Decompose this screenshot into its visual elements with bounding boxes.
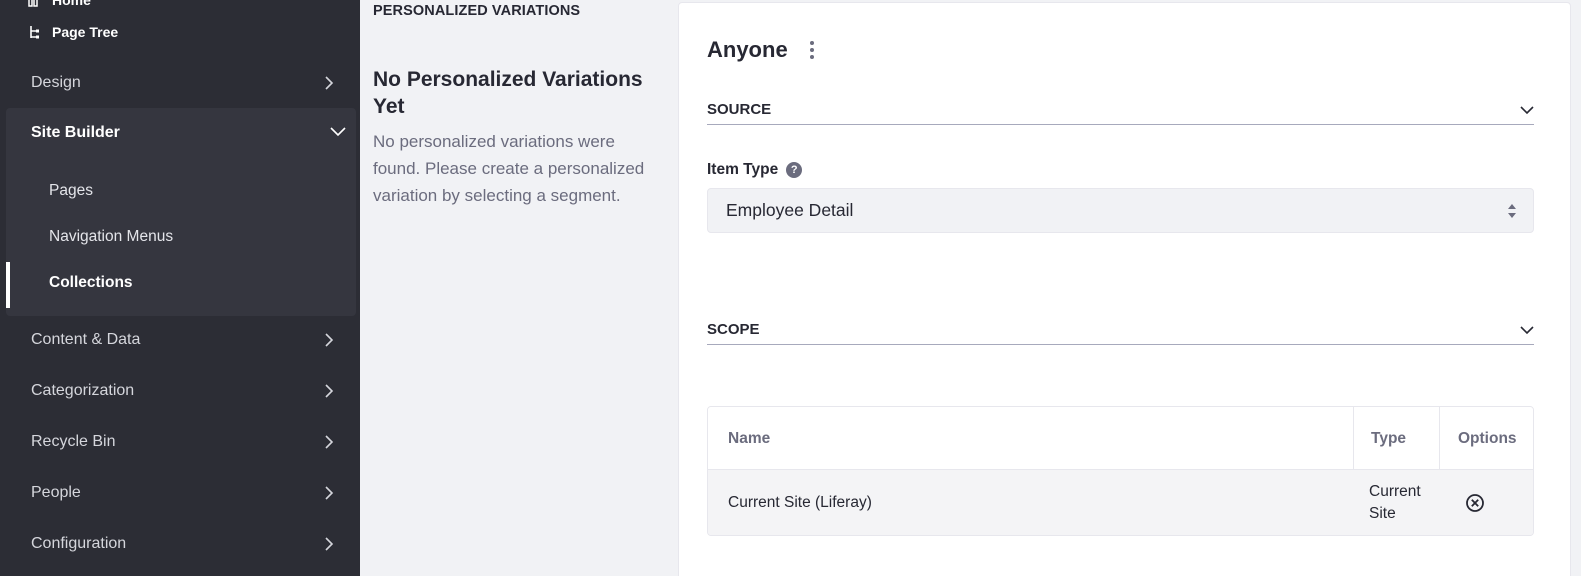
- scope-table: Name Type Options Current Site (Liferay)…: [707, 406, 1534, 536]
- chevron-down-icon: [330, 124, 346, 143]
- times-circle-icon[interactable]: [1465, 493, 1485, 513]
- scope-panel-header[interactable]: SCOPE: [707, 315, 1534, 345]
- sidebar-section-label: People: [31, 484, 81, 501]
- table-header: Name Type Options: [708, 407, 1533, 470]
- cell-type: Current Site: [1369, 483, 1421, 522]
- sidebar-item-home[interactable]: Home: [28, 0, 91, 8]
- chevron-right-icon: [322, 537, 336, 551]
- item-type-label-text: Item Type: [707, 161, 779, 178]
- sidebar-section-categorization[interactable]: Categorization: [0, 366, 360, 416]
- sidebar-item-collections[interactable]: Collections: [49, 274, 133, 292]
- cell-name: Current Site (Liferay): [728, 494, 872, 511]
- sidebar-section-site-builder: Site Builder Pages Navigation Menus Coll…: [6, 108, 356, 316]
- caret-double-icon: [1507, 202, 1517, 220]
- chevron-right-icon: [322, 384, 336, 398]
- chevron-down-icon: [1520, 323, 1534, 337]
- column-header-type: Type: [1371, 429, 1407, 447]
- empty-state-title: No Personalized Variations Yet: [373, 68, 643, 118]
- sidebar-item-pages[interactable]: Pages: [49, 182, 93, 200]
- sidebar-section-design[interactable]: Design: [0, 58, 360, 108]
- sidebar-item-label: Page Tree: [52, 24, 119, 40]
- sidebar-item-label: Home: [52, 0, 91, 8]
- sidebar-section-label: Categorization: [31, 382, 135, 399]
- column-divider: [1353, 407, 1354, 470]
- item-type-selected-value: Employee Detail: [726, 200, 854, 220]
- chevron-down-icon: [1520, 103, 1534, 117]
- sidebar-section-people[interactable]: People: [0, 468, 360, 518]
- personalized-variations-column: PERSONALIZED VARIATIONS No Personalized …: [360, 0, 678, 576]
- active-indicator: [6, 262, 10, 308]
- collection-configuration-panel: Anyone SOURCE Item Type ? Employee Detai…: [678, 2, 1571, 576]
- cell-options: [1465, 470, 1485, 535]
- chevron-right-icon: [322, 333, 336, 347]
- sidebar-section-label: Design: [31, 74, 81, 91]
- sidebar-section-content-data[interactable]: Content & Data: [0, 315, 360, 365]
- sidebar-section-label: Site Builder: [31, 124, 120, 141]
- sidebar-item-page-tree[interactable]: Page Tree: [28, 24, 118, 40]
- item-type-select[interactable]: Employee Detail: [707, 188, 1534, 233]
- source-label: SOURCE: [707, 101, 772, 118]
- sidebar-section-label: Content & Data: [31, 331, 141, 348]
- chevron-right-icon: [322, 486, 336, 500]
- home-icon: [28, 0, 42, 7]
- item-type-label: Item Type ?: [707, 161, 803, 179]
- sidebar-section-label: Configuration: [31, 535, 127, 552]
- section-title: PERSONALIZED VARIATIONS: [373, 3, 581, 19]
- scope-label: SCOPE: [707, 321, 760, 338]
- table-row: Current Site (Liferay) Current Site: [708, 470, 1533, 535]
- sidebar-section-configuration[interactable]: Configuration: [0, 519, 360, 569]
- chevron-right-icon: [322, 76, 336, 90]
- ellipsis-v-icon[interactable]: [804, 39, 820, 61]
- source-panel-header[interactable]: SOURCE: [707, 95, 1534, 125]
- column-divider: [1439, 407, 1440, 470]
- question-circle-icon[interactable]: ?: [786, 162, 803, 178]
- chevron-right-icon: [322, 435, 336, 449]
- sidebar-section-site-builder-header[interactable]: Site Builder: [31, 108, 346, 158]
- column-header-name: Name: [728, 429, 771, 447]
- sidebar-item-navigation-menus[interactable]: Navigation Menus: [49, 228, 173, 246]
- panel-title: Anyone: [707, 37, 820, 63]
- page-tree-icon: [28, 25, 42, 39]
- sidebar-section-recycle-bin[interactable]: Recycle Bin: [0, 417, 360, 467]
- variation-name: Anyone: [707, 37, 788, 62]
- sidebar-section-label: Recycle Bin: [31, 433, 116, 450]
- empty-state-description: No personalized variations were found. P…: [373, 132, 645, 205]
- column-header-options: Options: [1458, 429, 1517, 447]
- product-menu-sidebar: Home Page Tree Design Site Builder Pages…: [0, 0, 360, 576]
